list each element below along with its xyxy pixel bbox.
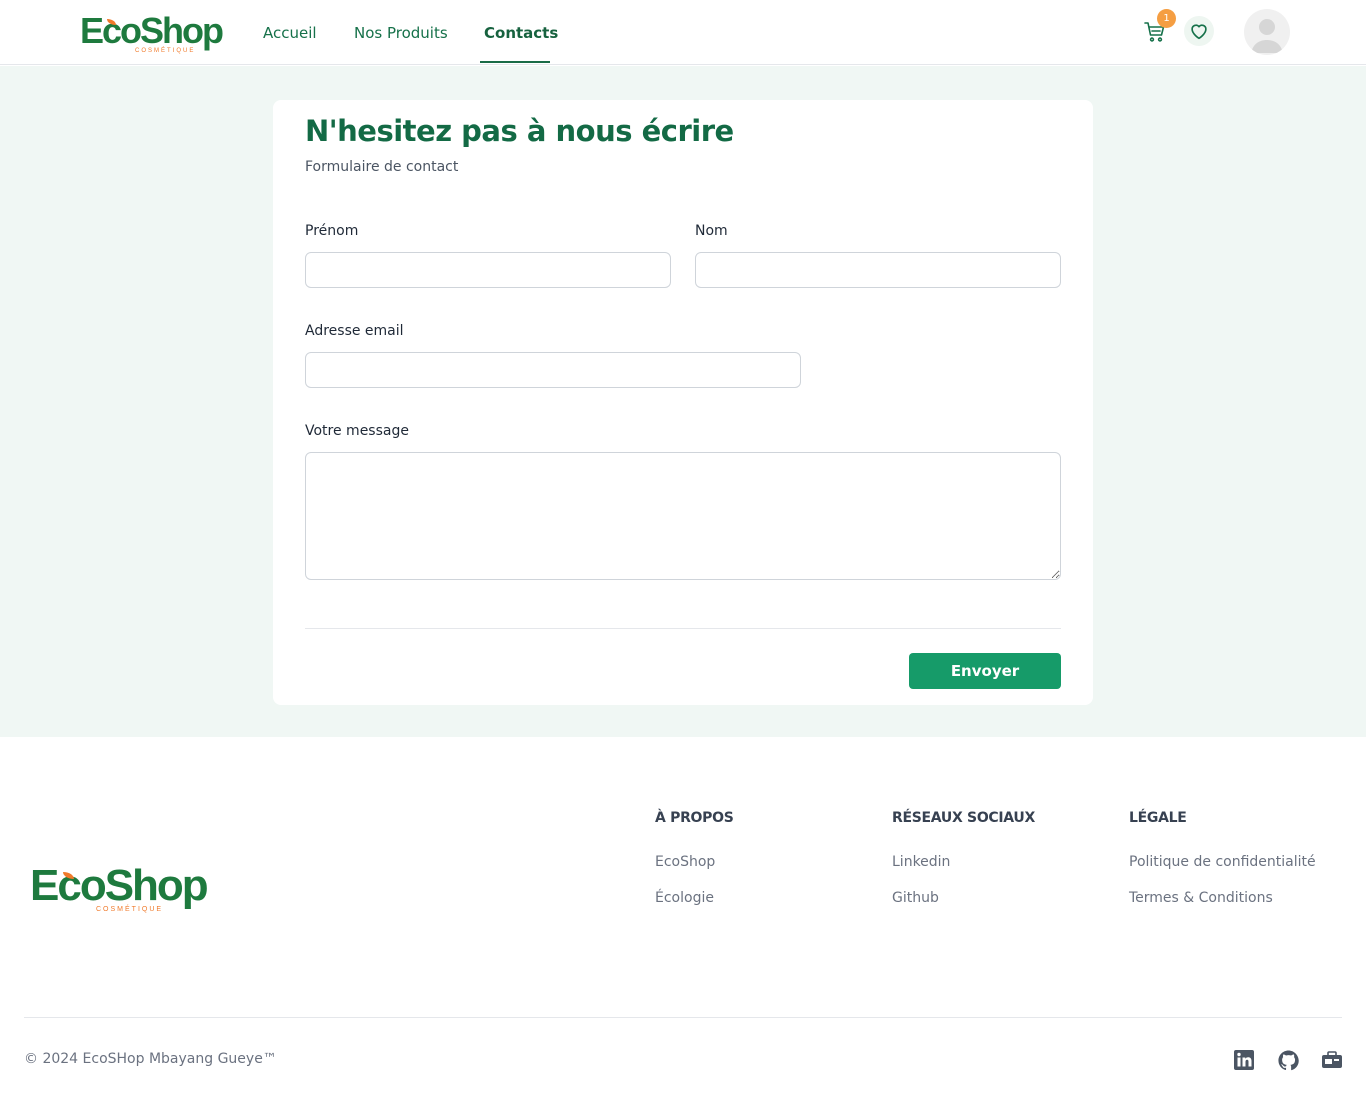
wishlist-button[interactable] xyxy=(1184,16,1214,46)
footer-heading-legal: LÉGALE xyxy=(1129,810,1187,826)
last-name-input[interactable] xyxy=(695,252,1061,288)
footer-heading-social: RÉSEAUX SOCIAUX xyxy=(892,810,1035,826)
submit-button[interactable]: Envoyer xyxy=(909,653,1061,689)
footer-logo-text: EcoShop xyxy=(30,861,209,910)
footer-logo[interactable]: EcoShop COSMÉTIQUE xyxy=(30,860,214,920)
top-header: EcoShop COSMÉTIQUE Accueil Nos Produits … xyxy=(0,0,1366,65)
first-name-label: Prénom xyxy=(305,223,359,239)
active-nav-indicator xyxy=(480,61,550,63)
footer-link-ecoshop[interactable]: EcoShop xyxy=(655,854,715,870)
footer-heading-about: À PROPOS xyxy=(655,810,734,826)
github-icon xyxy=(1277,1049,1299,1070)
message-textarea[interactable] xyxy=(305,452,1061,580)
footer-link-github[interactable]: Github xyxy=(892,890,939,906)
message-label: Votre message xyxy=(305,423,409,439)
main-content: N'hesitez pas à nous écrire Formulaire d… xyxy=(0,66,1366,737)
linkedin-icon xyxy=(1234,1050,1254,1070)
page-title: N'hesitez pas à nous écrire xyxy=(305,114,734,148)
logo-text: EcoShop xyxy=(80,10,224,51)
footer-link-privacy[interactable]: Politique de confidentialité xyxy=(1129,854,1316,870)
nav-produits[interactable]: Nos Produits xyxy=(354,23,448,43)
footer: EcoShop COSMÉTIQUE À PROPOS EcoShop Écol… xyxy=(0,737,1366,1094)
cart-count-badge: 1 xyxy=(1157,9,1176,28)
user-avatar[interactable] xyxy=(1244,9,1290,55)
footer-link-linkedin[interactable]: Linkedin xyxy=(892,854,950,870)
first-name-input[interactable] xyxy=(305,252,671,288)
header-logo[interactable]: EcoShop COSMÉTIQUE xyxy=(80,10,232,58)
nav-contacts[interactable]: Contacts xyxy=(484,23,558,43)
linkedin-link[interactable] xyxy=(1233,1049,1255,1071)
footer-link-ecologie[interactable]: Écologie xyxy=(655,890,714,906)
form-subtitle: Formulaire de contact xyxy=(305,159,459,175)
portfolio-icon xyxy=(1322,1051,1342,1068)
logo-tagline: COSMÉTIQUE xyxy=(135,48,196,54)
email-label: Adresse email xyxy=(305,323,404,339)
footer-logo-tagline: COSMÉTIQUE xyxy=(96,906,164,913)
contact-card: N'hesitez pas à nous écrire Formulaire d… xyxy=(273,100,1093,705)
github-link[interactable] xyxy=(1277,1049,1299,1071)
copyright-text: © 2024 EcoSHop Mbayang Gueye™ xyxy=(24,1051,277,1067)
user-icon xyxy=(1251,19,1283,53)
email-input[interactable] xyxy=(305,352,801,388)
nav-accueil[interactable]: Accueil xyxy=(263,23,317,43)
footer-link-terms[interactable]: Termes & Conditions xyxy=(1129,890,1273,906)
form-divider xyxy=(305,628,1061,629)
portfolio-link[interactable] xyxy=(1321,1049,1343,1071)
footer-divider xyxy=(24,1017,1342,1018)
last-name-label: Nom xyxy=(695,223,728,239)
heart-icon xyxy=(1191,24,1207,40)
